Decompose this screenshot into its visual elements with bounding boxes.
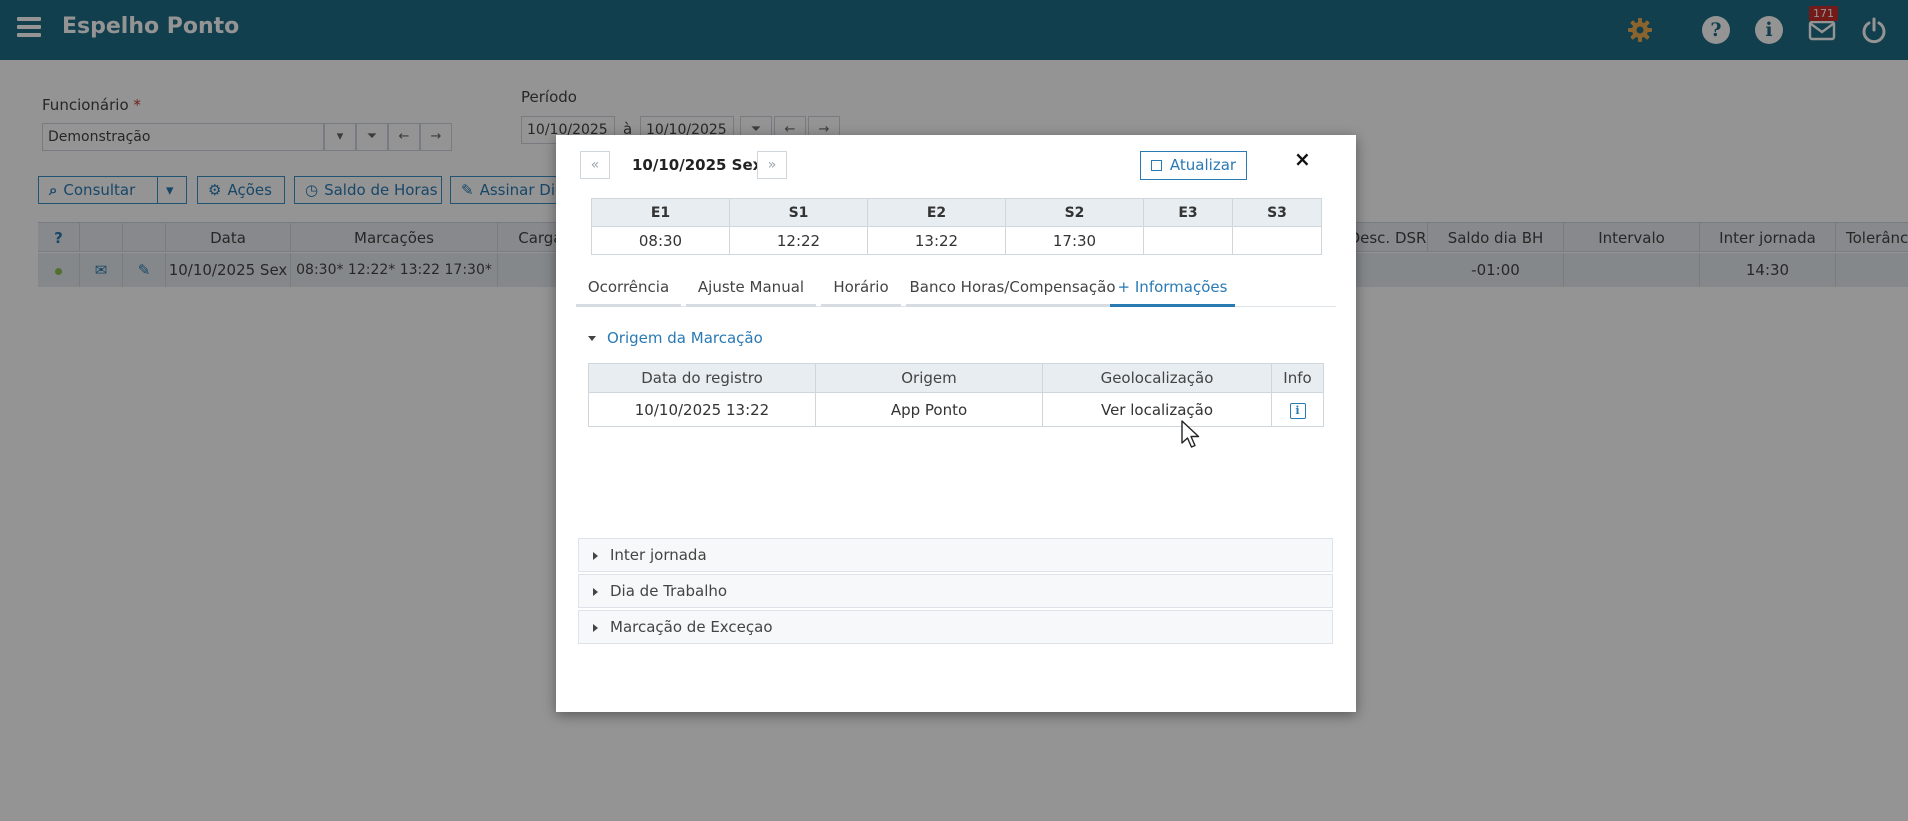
origin-table: Data do registro Origem Geolocalização I…: [588, 363, 1324, 427]
tab-ajuste-manual[interactable]: Ajuste Manual: [686, 273, 816, 307]
punch-value-row: 08:30 12:22 13:22 17:30: [591, 226, 1322, 255]
punch-header-e2: E2: [867, 198, 1006, 227]
next-day-button[interactable]: »: [757, 151, 787, 179]
punch-value-e2[interactable]: 13:22: [867, 226, 1006, 255]
modal-date: 10/10/2025 Sex: [632, 156, 763, 174]
mouse-cursor-icon: [1181, 420, 1200, 448]
punch-value-s3[interactable]: [1232, 226, 1322, 255]
marcacao-excecao-title: Marcação de Exceçao: [610, 618, 773, 636]
punch-value-e1[interactable]: 08:30: [591, 226, 730, 255]
tab-ocorrencia[interactable]: Ocorrência: [576, 273, 681, 307]
close-icon[interactable]: ×: [1294, 147, 1311, 171]
table-row: 10/10/2025 13:22 App Ponto Ver localizaç…: [588, 392, 1324, 427]
origin-source: App Ponto: [815, 392, 1043, 427]
punch-header-s2: S2: [1005, 198, 1144, 227]
inter-jornada-panel[interactable]: Inter jornada: [578, 538, 1333, 572]
caret-right-icon: [593, 623, 598, 632]
origem-section-toggle[interactable]: Origem da Marcação: [588, 329, 763, 347]
caret-right-icon: [593, 587, 598, 596]
punch-value-s2[interactable]: 17:30: [1005, 226, 1144, 255]
punch-header-s3: S3: [1232, 198, 1322, 227]
origem-section-title: Origem da Marcação: [607, 329, 763, 347]
day-detail-modal: « 10/10/2025 Sex » Atualizar × E1 S1 E2 …: [556, 135, 1356, 712]
info-icon[interactable]: i: [1289, 403, 1306, 419]
punch-value-e3[interactable]: [1143, 226, 1233, 255]
origin-info-cell[interactable]: i: [1271, 392, 1324, 427]
punch-value-s1[interactable]: 12:22: [729, 226, 868, 255]
punch-header-e1: E1: [591, 198, 730, 227]
atualizar-button[interactable]: Atualizar: [1140, 151, 1247, 180]
prev-day-button[interactable]: «: [580, 151, 610, 179]
origin-header-row: Data do registro Origem Geolocalização I…: [588, 363, 1324, 393]
origin-header-date: Data do registro: [588, 363, 816, 393]
caret-down-icon: [588, 336, 596, 341]
ver-localizacao-link[interactable]: Ver localização: [1042, 392, 1272, 427]
origin-header-origin: Origem: [815, 363, 1043, 393]
marcacao-excecao-panel[interactable]: Marcação de Exceçao: [578, 610, 1333, 644]
origin-header-geo: Geolocalização: [1042, 363, 1272, 393]
tab-mais-informacoes[interactable]: + Informações: [1110, 273, 1235, 307]
punch-header-s1: S1: [729, 198, 868, 227]
dia-trabalho-title: Dia de Trabalho: [610, 582, 728, 600]
dia-trabalho-panel[interactable]: Dia de Trabalho: [578, 574, 1333, 608]
inter-jornada-title: Inter jornada: [610, 546, 707, 564]
punch-header-row: E1 S1 E2 S2 E3 S3: [591, 198, 1322, 227]
tab-horario[interactable]: Horário: [821, 273, 901, 307]
atualizar-label: Atualizar: [1169, 156, 1237, 174]
origin-header-info: Info: [1271, 363, 1324, 393]
punch-header-e3: E3: [1143, 198, 1233, 227]
punch-table: E1 S1 E2 S2 E3 S3 08:30 12:22 13:22 17:3…: [591, 198, 1322, 255]
tab-banco-horas[interactable]: Banco Horas/Compensação: [906, 273, 1119, 307]
origin-date: 10/10/2025 13:22: [588, 392, 816, 427]
modal-tabs: Ocorrência Ajuste Manual Horário Banco H…: [576, 273, 1336, 307]
save-icon: [1150, 160, 1162, 171]
caret-right-icon: [593, 551, 598, 560]
